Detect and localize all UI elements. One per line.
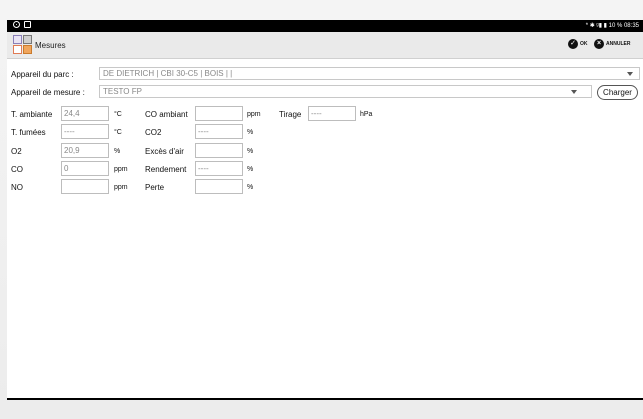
status-right: * ✱ ᵍ▮ ▮ 10 % 08:35 <box>585 23 639 29</box>
t-fumees-input[interactable]: ---- <box>61 124 109 139</box>
mesure-chevron-down-icon[interactable] <box>571 90 577 94</box>
mesure-value: TESTO FP <box>103 87 142 96</box>
perte-label: Perte <box>145 183 165 192</box>
t-ambiante-label: T. ambiante <box>11 110 53 119</box>
tirage-unit: hPa <box>360 111 373 118</box>
parc-label: Appareil du parc : <box>11 70 74 79</box>
exces-air-unit: % <box>247 148 254 155</box>
perte-unit: % <box>247 184 254 191</box>
co-input[interactable]: 0 <box>61 161 109 176</box>
exces-air-label: Excès d'air <box>145 147 184 156</box>
status-bar: * ✱ ᵍ▮ ▮ 10 % 08:35 <box>7 20 643 32</box>
exces-air-input[interactable] <box>195 143 243 158</box>
co-unit: ppm <box>114 166 128 173</box>
check-icon: ✓ <box>568 39 578 49</box>
tirage-label: Tirage <box>279 110 302 119</box>
co2-unit: % <box>247 129 254 136</box>
eye-icon <box>13 21 20 28</box>
app-screen: * ✱ ᵍ▮ ▮ 10 % 08:35 Mesures ✓ OK × ANNUL… <box>7 20 643 400</box>
co-ambiant-label: CO ambiant <box>145 110 188 119</box>
mesure-dropdown[interactable]: TESTO FP <box>99 85 592 98</box>
t-fumees-label: T. fumées <box>11 128 46 137</box>
o2-unit: % <box>114 148 121 155</box>
perte-input[interactable] <box>195 179 243 194</box>
rendement-label: Rendement <box>145 165 187 174</box>
co-ambiant-input[interactable] <box>195 106 243 121</box>
screenshot-icon <box>24 21 31 28</box>
co2-label: CO2 <box>145 128 162 137</box>
co2-input[interactable]: ---- <box>195 124 243 139</box>
mesure-label: Appareil de mesure : <box>11 88 85 97</box>
tablet-frame: * ✱ ᵍ▮ ▮ 10 % 08:35 Mesures ✓ OK × ANNUL… <box>0 0 643 419</box>
toolbar: Mesures ✓ OK × ANNULER <box>7 32 643 59</box>
t-ambiante-unit: °C <box>114 111 122 118</box>
o2-input[interactable]: 20,9 <box>61 143 109 158</box>
rendement-input[interactable]: ---- <box>195 161 243 176</box>
nav-bar <box>7 398 643 400</box>
t-fumees-unit: °C <box>114 129 122 136</box>
page-title: Mesures <box>35 41 66 50</box>
cancel-label: ANNULER <box>606 41 631 47</box>
close-icon: × <box>594 39 604 49</box>
parc-dropdown[interactable]: DE DIETRICH | CBI 30-C5 | BOIS | | <box>99 67 640 80</box>
ok-button[interactable]: ✓ OK <box>568 39 588 49</box>
no-label: NO <box>11 183 23 192</box>
app-logo-icon <box>13 35 34 56</box>
tirage-input[interactable]: ---- <box>308 106 356 121</box>
co-ambiant-unit: ppm <box>247 111 261 118</box>
o2-label: O2 <box>11 147 22 156</box>
ok-label: OK <box>580 41 588 47</box>
charger-button[interactable]: Charger <box>597 85 638 100</box>
cancel-button[interactable]: × ANNULER <box>594 39 630 49</box>
parc-value: DE DIETRICH | CBI 30-C5 | BOIS | | <box>103 69 233 78</box>
co-label: CO <box>11 165 23 174</box>
parc-chevron-down-icon[interactable] <box>627 72 633 76</box>
t-ambiante-input[interactable]: 24,4 <box>61 106 109 121</box>
rendement-unit: % <box>247 166 254 173</box>
no-unit: ppm <box>114 184 128 191</box>
no-input[interactable] <box>61 179 109 194</box>
